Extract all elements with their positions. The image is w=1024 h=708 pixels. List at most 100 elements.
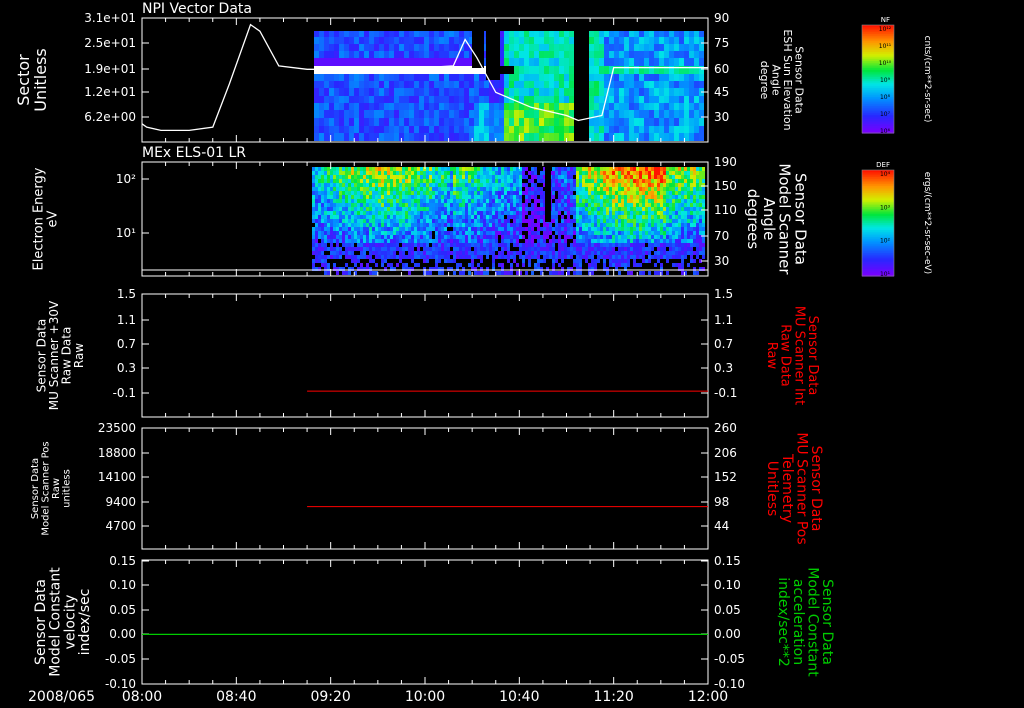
y-tick-label-right: 75 bbox=[714, 36, 729, 50]
y-tick-label-right: 30 bbox=[714, 110, 729, 124]
y-axis-label-left: Raw bbox=[51, 478, 62, 499]
y-tick-label-left: 2.5e+01 bbox=[84, 36, 136, 50]
panel-frame bbox=[141, 427, 709, 550]
y-axis-label-left: index/sec bbox=[77, 589, 93, 656]
panel-title: MEx ELS-01 LR bbox=[142, 145, 246, 161]
y-tick-label-right: 0.3 bbox=[714, 361, 733, 375]
y-axis-label-left: Raw bbox=[72, 343, 86, 368]
multi-panel-plot: NF 10¹² 10¹¹ 10¹⁰ 10⁹ 10⁸ 10⁷ 10⁶ cnts/(cm**2-sr… bbox=[14, 1, 932, 705]
y-tick-label-right: 110 bbox=[714, 203, 737, 217]
y-axis-label-right: Telemetry bbox=[779, 453, 795, 523]
x-tick-label: 08:00 bbox=[122, 689, 162, 705]
x-tick-label: 10:00 bbox=[405, 689, 445, 705]
y-tick-label-right: 150 bbox=[714, 179, 737, 193]
colorbar-tick-label: 10² bbox=[880, 238, 891, 245]
y-tick-label-left: 1.5 bbox=[117, 287, 136, 301]
y-axis-label-right: acceleration bbox=[790, 579, 806, 665]
y-tick-label-right: 152 bbox=[714, 470, 737, 484]
colorbar-tick-label: 10³ bbox=[880, 204, 891, 211]
y-tick-label-right: -0.1 bbox=[714, 386, 737, 400]
y-tick-label-right: 206 bbox=[714, 446, 737, 460]
y-tick-label-right: 260 bbox=[714, 421, 737, 435]
y-tick-label-left: -0.10 bbox=[105, 677, 136, 691]
y-axis-label-left: Sensor Data bbox=[33, 579, 49, 665]
y-axis-label-left: unitless bbox=[61, 469, 72, 508]
y-tick-label-left: -0.1 bbox=[113, 386, 136, 400]
y-tick-label-left: 9400 bbox=[105, 495, 136, 509]
y-tick-label-left: 23500 bbox=[98, 421, 136, 435]
y-tick-label-right: 70 bbox=[714, 229, 729, 243]
y-tick-label-left: 0.7 bbox=[117, 337, 136, 351]
heatmap-electron-energy-spectrogram bbox=[312, 167, 705, 275]
y-axis-label-left: Unitless bbox=[31, 48, 50, 112]
y-tick-label-right: 0.05 bbox=[714, 603, 741, 617]
y-tick-label-left: 0.3 bbox=[117, 361, 136, 375]
y-tick-label-right: 60 bbox=[714, 62, 729, 76]
colorbar-tick-label: 10⁸ bbox=[880, 94, 891, 101]
y-axis-label-right: degree bbox=[758, 61, 771, 100]
x-tick-label: 08:40 bbox=[216, 689, 256, 705]
colorbar-tick-label: 10¹⁰ bbox=[879, 60, 892, 67]
colorbar-tick-label: 10⁹ bbox=[880, 77, 891, 84]
y-tick-label-left: 4700 bbox=[105, 519, 136, 533]
x-tick-label: 10:40 bbox=[499, 689, 539, 705]
y-axis-label-left: velocity bbox=[62, 595, 78, 650]
y-tick-label-right: 45 bbox=[714, 85, 729, 99]
heatmap-sector-spectrogram bbox=[314, 30, 704, 141]
y-tick-label-left: 0.10 bbox=[109, 578, 136, 592]
x-tick-label: 11:20 bbox=[593, 689, 633, 705]
colorbar-tick-label: 10⁷ bbox=[880, 111, 891, 118]
colorbar-units-label: cnts/(cm**2-sr-sec) bbox=[922, 36, 932, 123]
y-axis-label-left: Model Constant bbox=[48, 567, 64, 677]
y-tick-label-left: 18800 bbox=[98, 446, 136, 460]
y-axis-label-right: degrees bbox=[744, 189, 762, 250]
y-axis-label-right: Sensor Data bbox=[808, 446, 824, 532]
y-tick-label-right: 0.7 bbox=[714, 337, 733, 351]
colorbar-label: NF bbox=[881, 16, 890, 24]
y-tick-label-left: 1.2e+01 bbox=[84, 85, 136, 99]
y-tick-label-right: 30 bbox=[714, 254, 729, 268]
y-axis-label-left: eV bbox=[45, 210, 60, 227]
y-tick-label-right: 0.10 bbox=[714, 578, 741, 592]
y-tick-label-left: 6.2e+00 bbox=[84, 110, 136, 124]
y-tick-label-right: 0.00 bbox=[714, 627, 741, 641]
y-tick-label-left: -0.05 bbox=[105, 652, 136, 666]
date-label: 2008/065 bbox=[28, 689, 95, 705]
panel-frame bbox=[141, 293, 709, 418]
y-tick-label-right: -0.05 bbox=[714, 652, 745, 666]
y-tick-label-right: 190 bbox=[714, 155, 737, 169]
colorbar-label: DEF bbox=[876, 161, 890, 169]
y-axis-label-right: Sensor Data bbox=[819, 579, 835, 665]
y-tick-label-left: 10² bbox=[116, 172, 136, 186]
panel-frame bbox=[141, 559, 709, 685]
y-axis-label-right: MU Scanner Pos bbox=[793, 432, 809, 544]
colorbar-tick-label: 10⁶ bbox=[880, 128, 891, 135]
y-axis-label-right: index/sec**2 bbox=[775, 577, 791, 667]
y-tick-label-left: 3.1e+01 bbox=[84, 11, 136, 25]
y-tick-label-left: 0.05 bbox=[109, 603, 136, 617]
y-tick-label-right: -0.10 bbox=[714, 677, 745, 691]
y-tick-label-right: 98 bbox=[714, 495, 729, 509]
y-axis-label-right: Model Constant bbox=[804, 567, 820, 677]
y-tick-label-right: 0.15 bbox=[714, 554, 741, 568]
colorbar-tick-label: 10¹ bbox=[880, 271, 891, 278]
panel-title: NPI Vector Data bbox=[142, 1, 252, 17]
colorbar-units-label: ergs/(cm**2-sr-sec-eV) bbox=[922, 172, 932, 274]
y-tick-label-left: 14100 bbox=[98, 470, 136, 484]
colorbar-tick-label: 10⁴ bbox=[880, 171, 891, 178]
colorbar-tick-label: 10¹¹ bbox=[879, 43, 892, 50]
y-tick-label-right: 90 bbox=[714, 11, 729, 25]
y-tick-label-right: 1.5 bbox=[714, 287, 733, 301]
colorbars: NF 10¹² 10¹¹ 10¹⁰ 10⁹ 10⁸ 10⁷ 10⁶ cnts/(cm**2-sr… bbox=[861, 16, 932, 278]
y-tick-label-left: 10¹ bbox=[116, 226, 136, 240]
y-tick-label-right: 44 bbox=[714, 519, 729, 533]
y-tick-label-left: 1.9e+01 bbox=[84, 62, 136, 76]
y-axis-label-right: Raw bbox=[764, 342, 779, 370]
y-tick-label-right: 1.1 bbox=[714, 313, 733, 327]
y-tick-label-left: 1.1 bbox=[117, 313, 136, 327]
y-tick-label-left: 0.15 bbox=[109, 554, 136, 568]
x-tick-label: 12:00 bbox=[688, 689, 728, 705]
y-axis-label-left: Model Scanner Pos bbox=[40, 441, 51, 535]
x-tick-label: 09:20 bbox=[310, 689, 350, 705]
y-axis-label-right: Unitless bbox=[764, 461, 780, 517]
